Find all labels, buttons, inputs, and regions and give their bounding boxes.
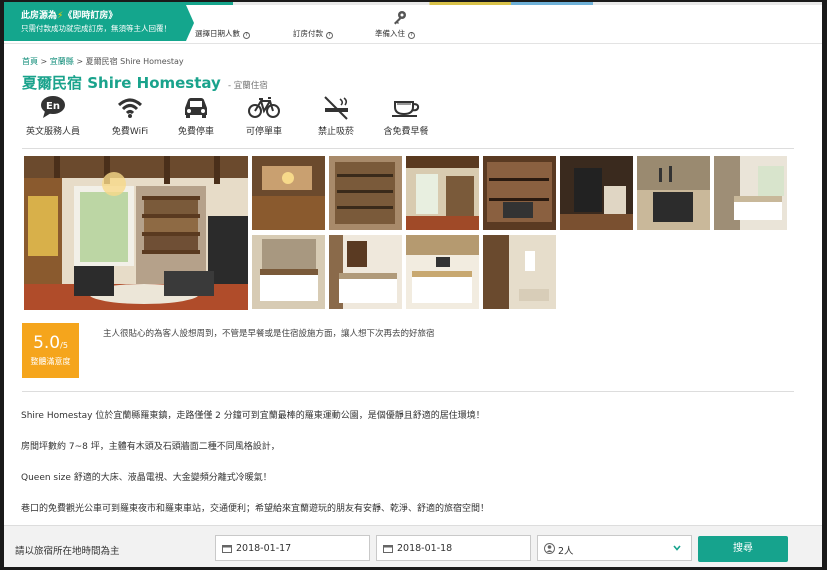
person-icon xyxy=(544,543,555,554)
gallery-thumb[interactable] xyxy=(714,156,787,230)
breadcrumb-county[interactable]: 宜蘭縣 xyxy=(50,57,74,66)
chevron-down-icon xyxy=(673,545,681,551)
booking-steps-bar: 此房源為⚡《即時訂房》 只需付款成功就完成訂房，無須等主人回覆！ 選擇日期人數?… xyxy=(4,2,822,44)
page-subtitle: - 宜蘭住宿 xyxy=(227,81,268,91)
svg-text:En: En xyxy=(46,101,60,112)
checkin-date-value: 2018-01-17 xyxy=(236,543,292,554)
gallery-thumb[interactable] xyxy=(483,235,556,309)
step-label: 訂房付款 xyxy=(293,29,323,38)
amenity-label: 免費停車 xyxy=(177,127,214,137)
gallery-thumb[interactable] xyxy=(252,156,325,230)
rating-badge: 5.0/5 整體滿意度 xyxy=(22,323,79,378)
checkout-date-field[interactable]: 2018-01-18 xyxy=(376,535,531,561)
no-smoking-icon xyxy=(324,96,348,120)
step-select-dates[interactable]: 選擇日期人數? xyxy=(195,28,250,39)
amenity-label: 免費WiFi xyxy=(111,127,149,137)
progress-color-line xyxy=(4,2,822,5)
step-label: 準備入住 xyxy=(375,29,405,38)
key-icon xyxy=(394,11,406,25)
gallery-thumb[interactable] xyxy=(406,156,479,230)
step-label: 選擇日期人數 xyxy=(195,29,240,38)
gallery-thumb[interactable] xyxy=(329,235,402,309)
step-checkin[interactable]: 準備入住? xyxy=(375,28,415,39)
promo-text: 此房源為 xyxy=(21,11,58,21)
title-row: 夏爾民宿 Shire Homestay - 宜蘭住宿 xyxy=(22,72,268,93)
help-icon[interactable]: ? xyxy=(243,32,250,39)
checkout-date-value: 2018-01-18 xyxy=(397,543,453,554)
description-line: 巷口的免費觀光公車可到羅東夜市和羅東車站，交通便利；希望給來宜蘭遊玩的朋友有安靜… xyxy=(21,504,490,514)
description-line: Queen size 舒適的大床、液晶電視、大金變頻分離式冷暖氣！ xyxy=(21,473,272,483)
amenity-english: En 英文服務人員 xyxy=(18,95,88,137)
review-text: 主人很貼心的為客人設想周到，不管是早餐或是住宿設施方面，讓人想下次再去的好旅宿 xyxy=(103,329,435,339)
rating-label: 整體滿意度 xyxy=(30,357,71,366)
rating-max: /5 xyxy=(60,341,68,350)
gallery-thumb[interactable] xyxy=(560,156,633,230)
divider xyxy=(22,391,794,392)
promo-subtext: 只需付款成功就完成訂房，無須等主人回覆！ xyxy=(21,24,171,33)
wifi-icon xyxy=(117,98,143,118)
promo-instant-text: 《即時訂房》 xyxy=(63,11,118,21)
amenity-label: 英文服務人員 xyxy=(25,127,80,137)
page-title: 夏爾民宿 Shire Homestay xyxy=(22,74,221,92)
guests-select[interactable]: 2人 xyxy=(537,535,692,561)
description-line: Shire Homestay 位於宜蘭縣羅東鎮，走路僅僅 2 分鐘可到宜蘭最棒的… xyxy=(21,411,485,421)
amenity-parking: 免費停車 xyxy=(161,95,231,137)
divider xyxy=(22,148,794,149)
breadcrumb: 首頁 > 宜蘭縣 > 夏爾民宿 Shire Homestay xyxy=(22,57,184,66)
instant-booking-banner: 此房源為⚡《即時訂房》 只需付款成功就完成訂房，無須等主人回覆！ xyxy=(4,5,194,41)
amenity-label: 可停單車 xyxy=(245,127,282,137)
rating-score: 5.0 xyxy=(33,333,61,353)
checkin-date-field[interactable]: 2018-01-17 xyxy=(215,535,370,561)
parking-icon xyxy=(185,98,207,118)
amenity-breakfast: 含免費早餐 xyxy=(371,95,441,137)
breadcrumb-home[interactable]: 首頁 xyxy=(22,57,38,66)
amenity-wifi: 免費WiFi xyxy=(95,95,165,137)
description-line: 房間坪數約 7~8 坪，主體有木頭及石頭牆面二種不同風格設計， xyxy=(21,442,280,452)
step-pay[interactable]: 訂房付款? xyxy=(293,28,333,39)
breadcrumb-current: 夏爾民宿 Shire Homestay xyxy=(85,57,184,66)
timezone-note: 請以旅宿所在地時間為主 xyxy=(15,546,120,557)
amenity-no-smoking: 禁止吸菸 xyxy=(301,95,371,137)
main-photo[interactable] xyxy=(24,156,248,310)
bicycle-icon xyxy=(248,97,280,118)
english-speaking-icon: En xyxy=(41,96,65,118)
breakfast-icon xyxy=(392,101,420,117)
gallery-thumb[interactable] xyxy=(329,156,402,230)
search-bar: 請以旅宿所在地時間為主 2018-01-17 2018-01-18 2人 搜尋 xyxy=(4,525,822,567)
gallery-thumb[interactable] xyxy=(252,235,325,309)
gallery-thumb[interactable] xyxy=(637,156,710,230)
guests-value: 2人 xyxy=(558,546,574,557)
calendar-icon xyxy=(222,545,232,553)
amenity-bicycle: 可停單車 xyxy=(229,95,299,137)
help-icon[interactable]: ? xyxy=(408,32,415,39)
amenity-label: 含免費早餐 xyxy=(383,127,429,137)
booking-page: 此房源為⚡《即時訂房》 只需付款成功就完成訂房，無須等主人回覆！ 選擇日期人數?… xyxy=(4,2,822,567)
gallery-thumb[interactable] xyxy=(483,156,556,230)
search-button[interactable]: 搜尋 xyxy=(698,536,788,562)
amenity-label: 禁止吸菸 xyxy=(317,127,354,137)
calendar-icon xyxy=(383,545,393,553)
help-icon[interactable]: ? xyxy=(326,32,333,39)
gallery-thumb[interactable] xyxy=(406,235,479,309)
